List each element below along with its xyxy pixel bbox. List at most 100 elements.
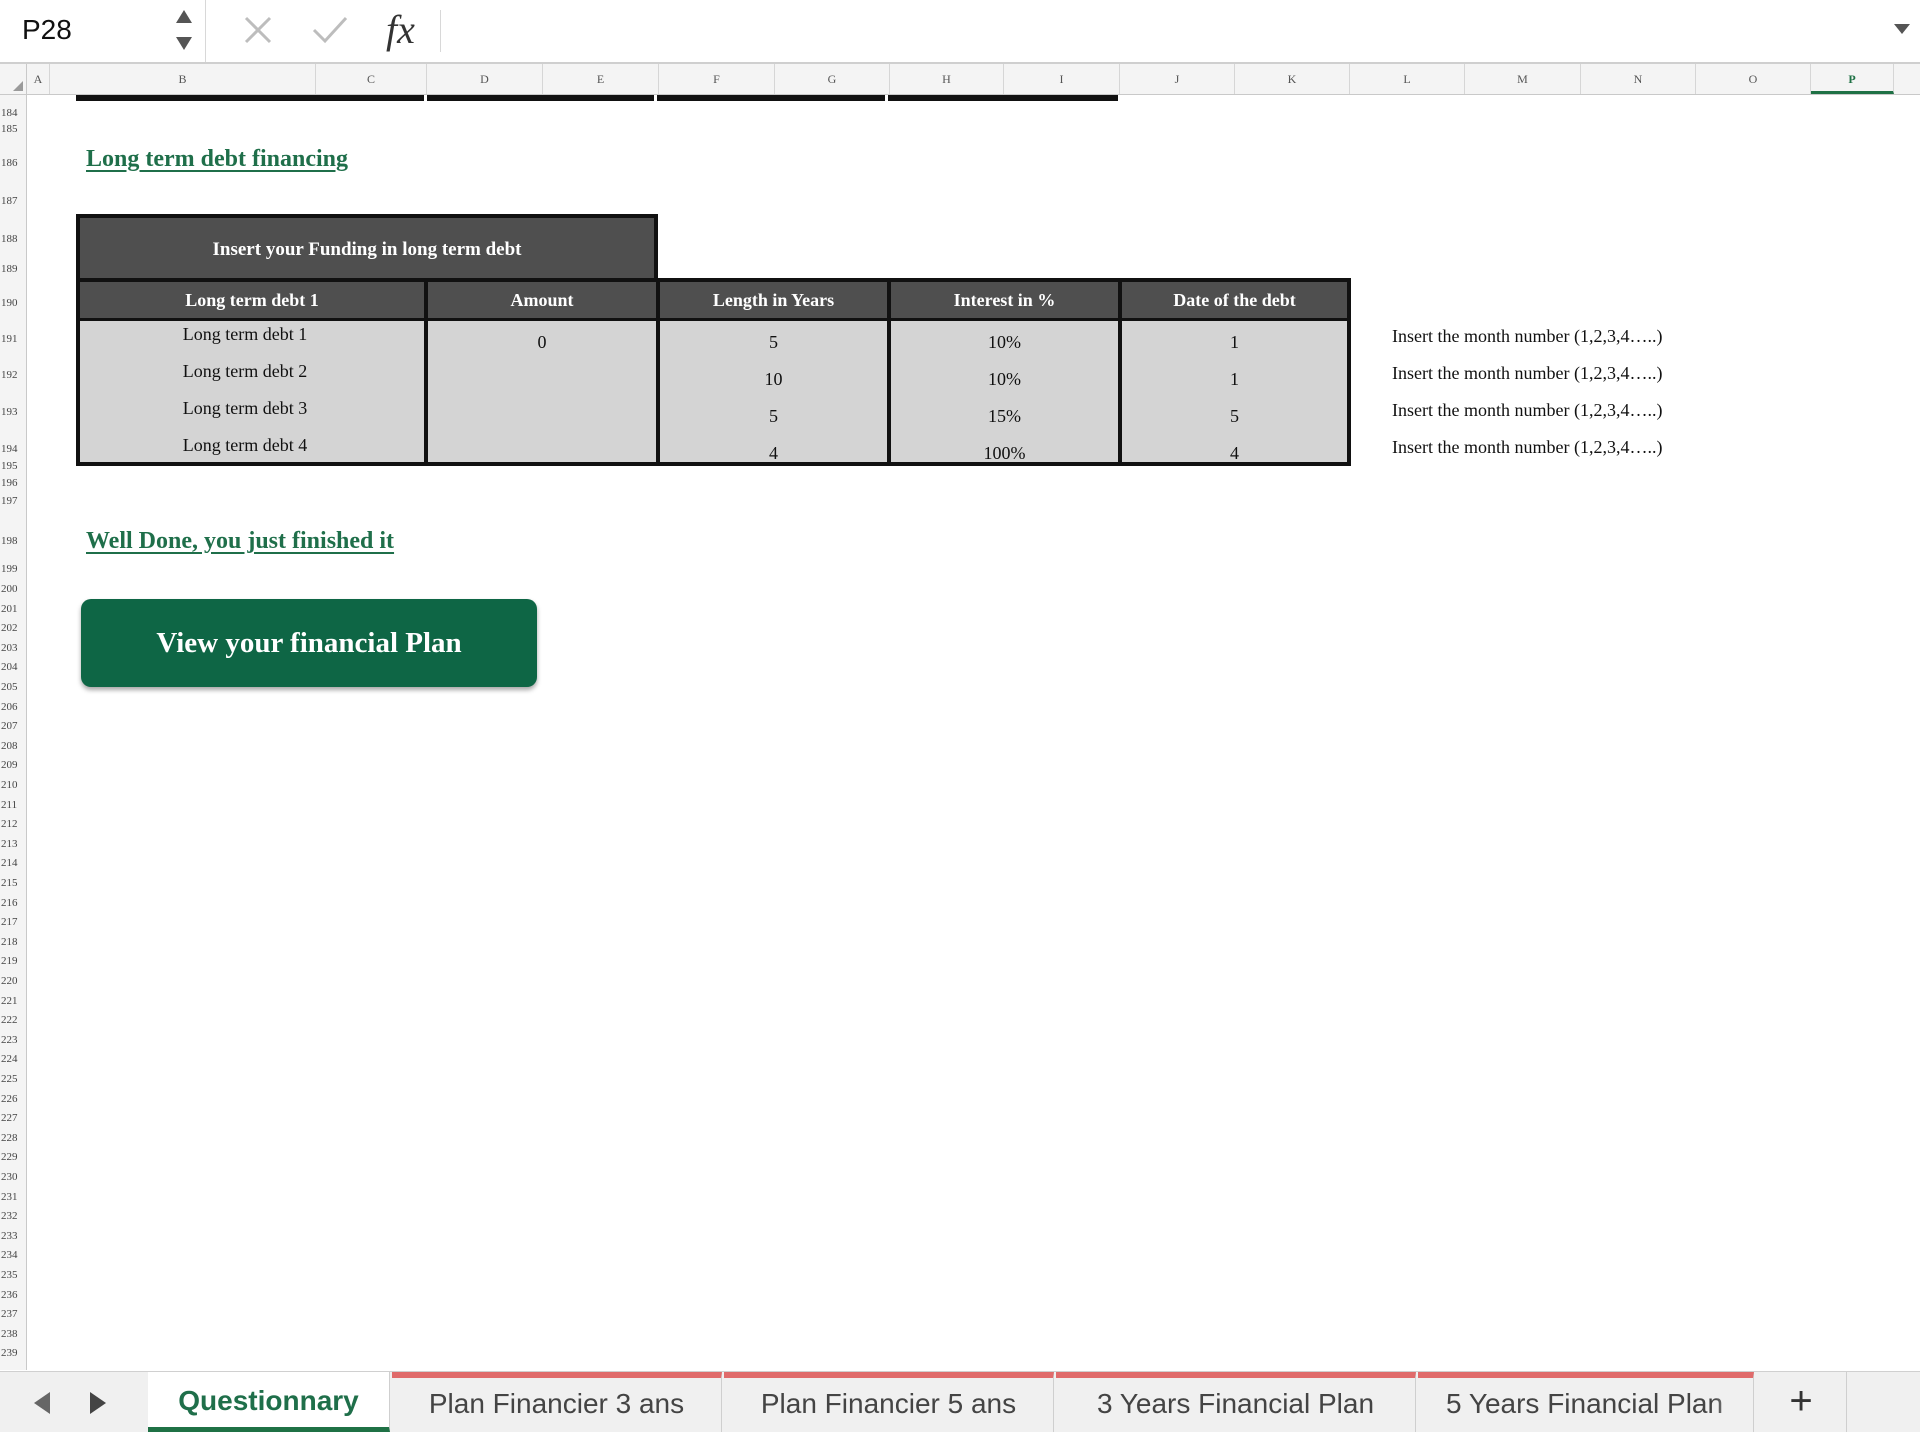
row-header-cell[interactable]: 194 (0, 443, 25, 455)
row-header-cell[interactable]: 213 (0, 838, 25, 850)
name-box[interactable]: P28 (0, 0, 206, 62)
table-cell-length[interactable]: 4 (660, 443, 887, 464)
row-header-cell[interactable]: 218 (0, 936, 25, 948)
row-header-cell[interactable]: 204 (0, 661, 25, 673)
row-header-cell[interactable]: 214 (0, 857, 25, 869)
formula-input[interactable] (452, 10, 1876, 52)
tab-5-years-financial-plan[interactable]: 5 Years Financial Plan (1418, 1372, 1754, 1432)
row-header-cell[interactable]: 238 (0, 1328, 25, 1340)
column-header-cell[interactable]: C (316, 64, 427, 94)
table-cell-interest[interactable]: 10% (891, 332, 1118, 353)
column-header-cell[interactable]: D (427, 64, 543, 94)
table-cell-date[interactable]: 1 (1122, 332, 1347, 353)
table-cell-length[interactable]: 10 (660, 369, 887, 390)
row-header-cell[interactable]: 226 (0, 1093, 25, 1105)
row-header-cell[interactable]: 222 (0, 1014, 25, 1026)
row-header-cell[interactable]: 210 (0, 779, 25, 791)
row-header-cell[interactable]: 231 (0, 1191, 25, 1203)
row-header-cell[interactable]: 216 (0, 897, 25, 909)
select-all-corner[interactable] (0, 64, 27, 94)
column-header-cell[interactable]: G (775, 64, 890, 94)
row-header-cell[interactable]: 188 (0, 233, 25, 245)
stepper-icon[interactable] (173, 6, 195, 56)
section-title-long-term-debt[interactable]: Long term debt financing (86, 146, 348, 173)
row-header-cell[interactable]: 220 (0, 975, 25, 987)
row-header-cell[interactable]: 184 (0, 107, 25, 119)
column-header-cell[interactable]: J (1120, 64, 1235, 94)
table-cell-date[interactable]: 1 (1122, 369, 1347, 390)
row-header-cell[interactable]: 221 (0, 995, 25, 1007)
row-header-cell[interactable]: 202 (0, 622, 25, 634)
done-title[interactable]: Well Done, you just finished it (86, 528, 394, 555)
tab-plan-financier-5-ans[interactable]: Plan Financier 5 ans (724, 1372, 1054, 1432)
row-header-cell[interactable]: 229 (0, 1151, 25, 1163)
table-cell-name[interactable]: Long term debt 3 (120, 398, 370, 419)
row-header-cell[interactable]: 212 (0, 818, 25, 830)
column-header-cell[interactable]: B (50, 64, 316, 94)
table-cell-length[interactable]: 5 (660, 332, 887, 353)
row-header-cell[interactable]: 199 (0, 563, 25, 575)
tab-3-years-financial-plan[interactable]: 3 Years Financial Plan (1056, 1372, 1416, 1432)
row-header-cell[interactable]: 230 (0, 1171, 25, 1183)
row-header-cell[interactable]: 209 (0, 759, 25, 771)
row-header-cell[interactable]: 215 (0, 877, 25, 889)
row-header-cell[interactable]: 235 (0, 1269, 25, 1281)
tab-questionnary[interactable]: Questionnary (148, 1372, 390, 1432)
row-header-cell[interactable]: 186 (0, 157, 25, 169)
row-header-cell[interactable]: 232 (0, 1210, 25, 1222)
row-header-cell[interactable]: 197 (0, 495, 25, 507)
table-cell-date[interactable]: 4 (1122, 443, 1347, 464)
column-header-cell[interactable]: I (1004, 64, 1120, 94)
plus-icon[interactable]: + (1756, 1372, 1847, 1432)
column-header-cell[interactable]: H (890, 64, 1004, 94)
row-header-cell[interactable]: 211 (0, 799, 25, 811)
table-cell-interest[interactable]: 100% (891, 443, 1118, 464)
row-header-cell[interactable]: 237 (0, 1308, 25, 1320)
column-header-cell[interactable]: M (1465, 64, 1581, 94)
table-cell-amount[interactable]: 0 (428, 332, 656, 353)
row-header-cell[interactable]: 198 (0, 535, 25, 547)
chevron-down-icon[interactable] (1893, 22, 1911, 41)
row-header-cell[interactable]: 201 (0, 603, 25, 615)
cancel-icon[interactable] (238, 10, 278, 55)
column-header-cell[interactable]: K (1235, 64, 1350, 94)
row-header-cell[interactable]: 225 (0, 1073, 25, 1085)
chevron-right-icon[interactable] (88, 1390, 108, 1421)
table-cell-name[interactable]: Long term debt 4 (120, 435, 370, 456)
row-header-cell[interactable]: 192 (0, 369, 25, 381)
table-cell-interest[interactable]: 10% (891, 369, 1118, 390)
row-header-cell[interactable]: 189 (0, 263, 25, 275)
row-header-cell[interactable]: 200 (0, 583, 25, 595)
row-header-cell[interactable]: 190 (0, 297, 25, 309)
check-icon[interactable] (308, 10, 352, 55)
column-header-cell-active[interactable]: P (1811, 64, 1894, 94)
row-header-cell[interactable]: 193 (0, 406, 25, 418)
row-header-cell[interactable]: 195 (0, 460, 25, 472)
column-header-cell[interactable]: F (659, 64, 775, 94)
row-header-cell[interactable]: 233 (0, 1230, 25, 1242)
column-header-cell[interactable]: E (543, 64, 659, 94)
column-header-cell[interactable]: A (27, 64, 50, 94)
row-header-cell[interactable]: 203 (0, 642, 25, 654)
row-header-cell[interactable]: 239 (0, 1347, 25, 1359)
chevron-left-icon[interactable] (32, 1390, 52, 1421)
table-cell-interest[interactable]: 15% (891, 406, 1118, 427)
table-cell-date[interactable]: 5 (1122, 406, 1347, 427)
table-cell-length[interactable]: 5 (660, 406, 887, 427)
fx-icon[interactable]: fx (386, 6, 415, 53)
row-header-cell[interactable]: 196 (0, 477, 25, 489)
row-header-cell[interactable]: 219 (0, 955, 25, 967)
row-header-cell[interactable]: 208 (0, 740, 25, 752)
row-header-cell[interactable]: 234 (0, 1249, 25, 1261)
column-header-cell[interactable]: O (1696, 64, 1811, 94)
column-header-cell[interactable]: L (1350, 64, 1465, 94)
row-header-cell[interactable]: 185 (0, 123, 25, 135)
view-financial-plan-button[interactable]: View your financial Plan (81, 599, 537, 687)
row-header-cell[interactable]: 224 (0, 1053, 25, 1065)
table-cell-name[interactable]: Long term debt 1 (120, 324, 370, 345)
row-header-cell[interactable]: 205 (0, 681, 25, 693)
row-header-cell[interactable]: 228 (0, 1132, 25, 1144)
row-header-cell[interactable]: 217 (0, 916, 25, 928)
row-header-cell[interactable]: 207 (0, 720, 25, 732)
tab-plan-financier-3-ans[interactable]: Plan Financier 3 ans (392, 1372, 722, 1432)
